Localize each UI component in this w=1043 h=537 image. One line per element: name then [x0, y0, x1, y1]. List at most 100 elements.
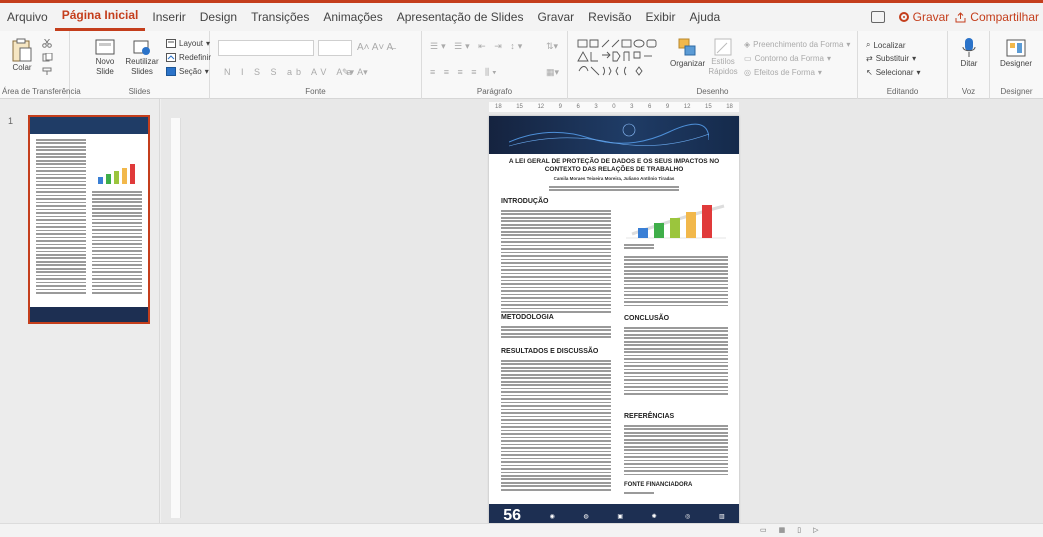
status-bar: ▭ ▦ ▯ ▷ [0, 523, 1043, 537]
horizontal-ruler: 18 15 12 9 6 3 0 3 6 9 12 15 18 [489, 102, 739, 112]
introducao-text [501, 210, 611, 315]
share-label: Compartilhar [970, 10, 1039, 24]
smartart-button[interactable]: ▦▾ [546, 67, 559, 78]
tab-design[interactable]: Design [193, 3, 244, 31]
quick-styles-icon [714, 38, 732, 56]
section-icon [166, 67, 176, 76]
footer-logo-5: ◎ [685, 513, 691, 520]
chevron-down-icon: ▾ [912, 54, 917, 63]
quick-styles-button[interactable]: Estilos Rápidos [708, 37, 738, 77]
current-slide[interactable]: A LEI GERAL DE PROTEÇÃO DE DADOS E OS SE… [489, 116, 739, 528]
heading-resultados: RESULTADOS E DISCUSSÃO [501, 348, 599, 355]
font-group-label: Fonte [305, 87, 326, 96]
title-actions: Gravar Compartilhar [870, 10, 1043, 24]
tab-slideshow[interactable]: Apresentação de Slides [390, 3, 531, 31]
ruler-tick: 0 [612, 104, 616, 110]
heading-metodologia: METODOLOGIA [501, 314, 554, 321]
tab-insert[interactable]: Inserir [145, 3, 192, 31]
slides-group: Novo Slide Reutilizar Slides Layout ▾ Red… [70, 31, 211, 99]
highlight-icon: ✎▾ [342, 67, 355, 77]
list-buttons[interactable]: ☰▾ ☰▾ ⇤ ⇥ ↕▾ [430, 41, 525, 52]
poster-authors: Camila Moraes Teixeira Moreira, Juliano … [553, 176, 675, 181]
layout-dropdown[interactable]: Layout ▾ [166, 39, 210, 48]
font-size-buttons[interactable]: A˄ A˅ A̶ [357, 42, 393, 53]
font-size-field[interactable] [318, 40, 352, 56]
search-icon: ⌕ [866, 40, 871, 49]
reuse-slides-icon [133, 40, 150, 55]
heading-fonte-financiadora: FONTE FINANCIADORA [624, 482, 693, 488]
reset-slide-button[interactable]: Redefinir [166, 53, 211, 62]
quick-styles-label-1: Estilos [711, 57, 735, 66]
tab-view[interactable]: Exibir [639, 3, 683, 31]
reset-icon [166, 53, 176, 62]
new-slide-button[interactable]: Novo Slide [90, 37, 120, 77]
footer-logo-3: ▣ [617, 513, 623, 520]
tab-record[interactable]: Gravar [530, 3, 581, 31]
slideshow-icon[interactable]: ▷ [813, 526, 818, 534]
view-controls: ▭ ▦ ▯ ▷ [760, 526, 819, 534]
replace-label: Substituir [875, 54, 910, 63]
shape-fill-dropdown[interactable]: ◈ Preenchimento da Forma ▾ [744, 40, 850, 49]
clipboard-group: Colar Área de Transferência [0, 31, 81, 99]
ruler-tick: 3 [594, 104, 598, 110]
shape-outline-label: Contorno da Forma [754, 54, 824, 63]
shape-outline-dropdown[interactable]: ▭ Contorno da Forma ▾ [744, 54, 831, 63]
reading-view-icon[interactable]: ▯ [797, 526, 801, 534]
select-dropdown[interactable]: ↖ Selecionar ▾ [866, 68, 921, 77]
format-painter-icon[interactable] [42, 67, 53, 76]
align-buttons[interactable]: ≡ ≡ ≡ ≡ ⫼▾ [430, 67, 500, 78]
footer-logo-4: ✺ [651, 513, 657, 520]
shapes-gallery[interactable] [576, 37, 664, 79]
slide-sorter-icon[interactable]: ▦ [779, 526, 786, 534]
designer-button[interactable]: Designer [994, 37, 1038, 69]
find-button[interactable]: ⌕ Localizar [866, 40, 906, 50]
cut-icon[interactable] [42, 39, 52, 48]
comment-icon[interactable] [870, 11, 885, 23]
font-format-buttons[interactable]: N I S S ab AV Aa [224, 67, 355, 77]
paste-button[interactable]: Colar [8, 37, 36, 73]
designer-group: Designer Designer [990, 31, 1043, 99]
ruler-tick: 18 [726, 104, 733, 110]
new-slide-label-2: Slide [96, 67, 114, 76]
reuse-slides-button[interactable]: Reutilizar Slides [124, 37, 160, 77]
tab-transitions[interactable]: Transições [244, 3, 316, 31]
figure-caption [624, 244, 654, 251]
editing-group-label: Editando [886, 87, 919, 96]
resultados-text [501, 360, 611, 492]
drawing-group-label: Desenho [696, 87, 729, 96]
replace-dropdown[interactable]: ⇄ Substituir ▾ [866, 54, 916, 63]
reset-label: Redefinir [179, 53, 212, 62]
copy-icon[interactable] [42, 53, 53, 62]
ribbon-tab-bar: Arquivo Página Inicial Inserir Design Tr… [0, 3, 1043, 31]
record-icon [898, 12, 909, 22]
tab-file[interactable]: Arquivo [0, 3, 55, 31]
banner-artwork [509, 123, 709, 147]
ruler-tick: 9 [558, 104, 562, 110]
font-family-field[interactable] [218, 40, 314, 56]
poster-title: A LEI GERAL DE PROTEÇÃO DE DADOS E OS SE… [508, 158, 720, 173]
share-button[interactable]: Compartilhar [955, 10, 1039, 24]
ruler-tick: 6 [648, 104, 652, 110]
layout-label: Layout [179, 39, 204, 48]
ruler-tick: 6 [576, 104, 580, 110]
normal-view-icon[interactable]: ▭ [760, 526, 767, 534]
poster-bar-figure [626, 204, 726, 239]
tab-home[interactable]: Página Inicial [54, 3, 146, 31]
paste-icon [12, 38, 32, 62]
tab-help[interactable]: Ajuda [683, 3, 728, 31]
dictate-button[interactable]: Ditar [956, 37, 982, 69]
shape-effects-dropdown[interactable]: ◎ Efeitos de Forma ▾ [744, 68, 822, 77]
arrange-button[interactable]: Organizar [670, 37, 705, 69]
slide-thumbnail[interactable] [28, 115, 150, 324]
text-direction-button[interactable]: ⇅▾ [546, 41, 558, 52]
slide-header-banner [489, 116, 739, 154]
poster-affiliation [549, 186, 679, 193]
reuse-slides-label-2: Slides [131, 67, 153, 76]
font-color-buttons[interactable]: ✎▾ A▾ [342, 67, 368, 78]
section-dropdown[interactable]: Seção ▾ [166, 67, 209, 76]
replace-icon: ⇄ [866, 54, 873, 63]
tab-animations[interactable]: Animações [316, 3, 389, 31]
record-button[interactable]: Gravar [898, 10, 949, 24]
tab-review[interactable]: Revisão [581, 3, 638, 31]
designer-label: Designer [999, 59, 1032, 68]
